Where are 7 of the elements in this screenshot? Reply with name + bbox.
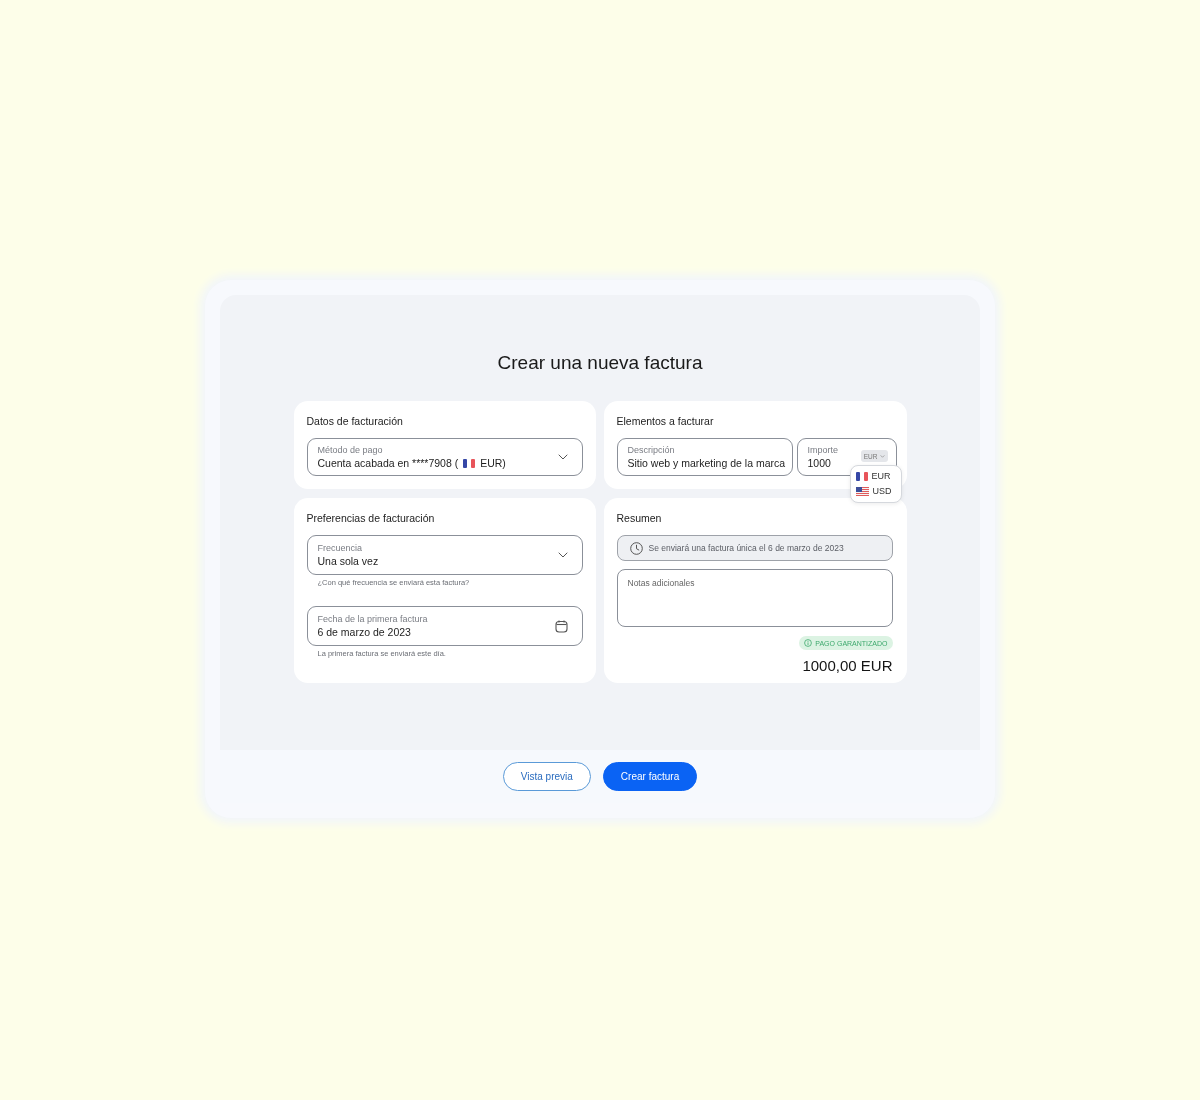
section-heading: Datos de facturación xyxy=(306,414,404,428)
section-heading: Elementos a facturar xyxy=(616,414,715,428)
section-heading: Resumen xyxy=(616,511,663,525)
dialog-title: Crear una nueva factura xyxy=(497,351,703,375)
section-heading: Preferencias de facturación xyxy=(306,511,436,525)
total-amount: 1000,00 EUR xyxy=(802,657,893,675)
notice-text: Se enviará una factura única el 6 de marzo de 2023 xyxy=(648,543,844,553)
